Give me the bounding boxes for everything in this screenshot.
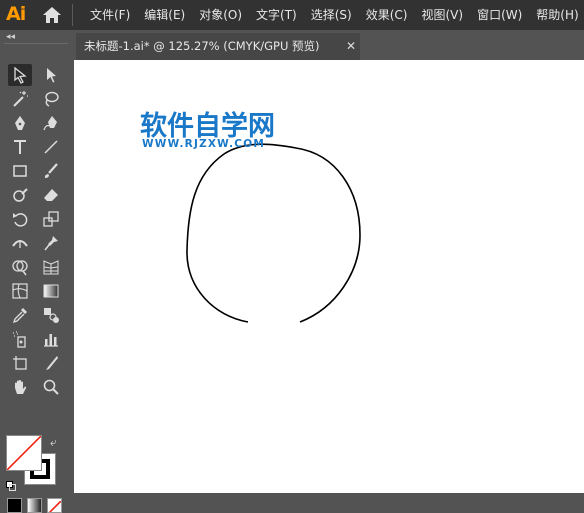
line-segment-tool-icon [44, 140, 58, 154]
document-tab[interactable]: 未标题-1.ai* @ 125.27% (CMYK/GPU 预览) ✕ [76, 33, 360, 60]
none-slash-icon [7, 436, 41, 470]
document-tab-strip: 未标题-1.ai* @ 125.27% (CMYK/GPU 预览) ✕ [74, 30, 584, 60]
type-tool-icon [14, 140, 26, 154]
menu-help[interactable]: 帮助(H) [529, 0, 584, 30]
hand-tool-icon [15, 380, 27, 394]
blend-tool[interactable] [39, 304, 63, 326]
type-tool[interactable] [8, 136, 32, 158]
fill-color-swatch[interactable] [6, 435, 42, 471]
direct-selection-tool-icon [47, 68, 56, 83]
scale-tool[interactable] [39, 208, 63, 230]
direct-selection-tool[interactable] [39, 64, 63, 86]
mesh-tool-icon [12, 283, 28, 299]
rotate-tool[interactable] [8, 208, 32, 230]
symbol-sprayer-tool-icon [13, 331, 26, 348]
line-segment-tool[interactable] [39, 136, 63, 158]
menu-view[interactable]: 视图(V) [414, 0, 470, 30]
none-slash-icon [48, 500, 61, 512]
pen-tool[interactable] [8, 112, 32, 134]
menu-bar: Ai 文件(F) 编辑(E) 对象(O) 文字(T) 选择(S) 效果(C) 视… [0, 0, 584, 30]
menu-type[interactable]: 文字(T) [249, 0, 304, 30]
lasso-tool-icon [45, 91, 59, 107]
width-tool[interactable] [8, 232, 32, 254]
menu-list: 文件(F) 编辑(E) 对象(O) 文字(T) 选择(S) 效果(C) 视图(V… [83, 0, 584, 30]
paintbrush-tool[interactable] [39, 160, 63, 182]
eyedropper-tool-icon [12, 308, 27, 324]
magic-wand-tool-icon [13, 91, 28, 107]
menu-file[interactable]: 文件(F) [83, 0, 137, 30]
color-mode-button[interactable] [7, 498, 22, 513]
blend-tool-icon [44, 308, 59, 323]
gradient-tool-icon [43, 284, 59, 298]
none-mode-button[interactable] [47, 498, 62, 513]
column-graph-tool[interactable] [39, 328, 63, 350]
rectangle-tool-icon [13, 165, 27, 177]
curvature-tool[interactable] [39, 112, 63, 134]
tools-panel: ◂◂ ⤶ [0, 30, 74, 513]
collapse-panel-button[interactable]: ◂◂ [6, 32, 15, 42]
scale-tool-icon [43, 211, 59, 227]
column-graph-tool-icon [44, 334, 58, 347]
selection-tool[interactable] [8, 64, 32, 86]
gradient-mode-button[interactable] [27, 498, 42, 513]
menu-object[interactable]: 对象(O) [192, 0, 249, 30]
swap-fill-stroke-icon[interactable]: ⤶ [50, 435, 57, 450]
menu-divider [72, 4, 73, 26]
watermark-url: WWW.RJZXW.COM [142, 138, 265, 150]
width-tool-icon [12, 240, 28, 248]
zoom-tool-icon [43, 379, 59, 395]
gradient-tool[interactable] [39, 280, 63, 302]
puppet-warp-tool-icon [44, 236, 58, 251]
lasso-tool[interactable] [39, 88, 63, 110]
eraser-tool-icon [44, 189, 58, 201]
slice-tool-icon [46, 356, 58, 370]
rotate-tool-icon [13, 213, 28, 227]
puppet-warp-tool[interactable] [39, 232, 63, 254]
panel-grip[interactable] [4, 43, 68, 56]
slice-tool[interactable] [39, 352, 63, 374]
shaper-tool[interactable] [8, 184, 32, 206]
rectangle-tool[interactable] [8, 160, 32, 182]
app-logo: Ai [6, 3, 26, 25]
symbol-sprayer-tool[interactable] [8, 328, 32, 350]
document-title: 未标题-1.ai* @ 125.27% (CMYK/GPU 预览) [84, 39, 320, 53]
shaper-tool-icon [13, 188, 28, 202]
perspective-grid-tool[interactable] [39, 256, 63, 278]
eraser-tool[interactable] [39, 184, 63, 206]
magic-wand-tool[interactable] [8, 88, 32, 110]
mesh-tool[interactable] [8, 280, 32, 302]
menu-window[interactable]: 窗口(W) [470, 0, 529, 30]
eyedropper-tool[interactable] [8, 304, 32, 326]
pen-tool-icon [15, 116, 25, 130]
home-icon[interactable] [42, 6, 62, 24]
artboard-tool-icon [13, 356, 27, 370]
default-fill-stroke-icon[interactable] [6, 476, 16, 491]
selection-tool-icon [14, 66, 27, 84]
paintbrush-tool-icon [44, 163, 58, 178]
menu-select[interactable]: 选择(S) [304, 0, 359, 30]
shape-builder-tool-icon [12, 260, 28, 276]
curvature-tool-icon [43, 116, 57, 131]
menu-edit[interactable]: 编辑(E) [137, 0, 192, 30]
artboard-tool[interactable] [8, 352, 32, 374]
shape-builder-tool[interactable] [8, 256, 32, 278]
hand-tool[interactable] [8, 376, 32, 398]
close-tab-icon[interactable]: ✕ [346, 33, 356, 60]
zoom-tool[interactable] [39, 376, 63, 398]
perspective-grid-tool-icon [43, 260, 59, 275]
menu-effect[interactable]: 效果(C) [359, 0, 415, 30]
